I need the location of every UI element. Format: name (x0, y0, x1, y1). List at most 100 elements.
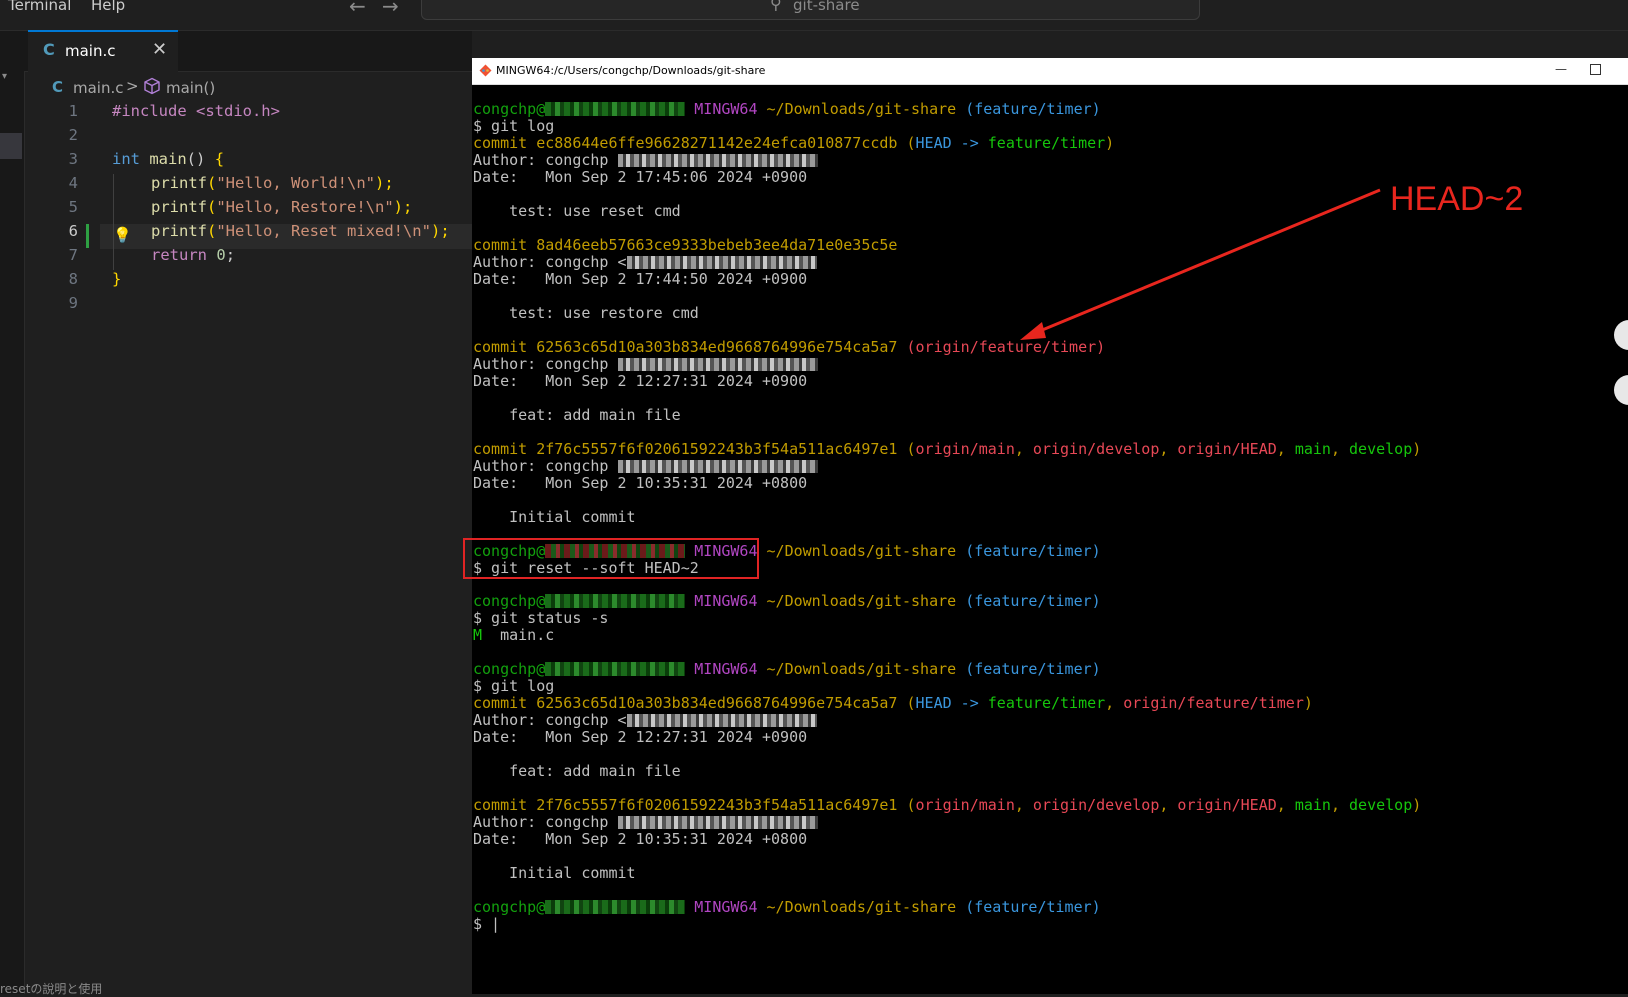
redacted-email (626, 256, 817, 269)
indent-guide (113, 174, 114, 270)
breadcrumb-separator: > (126, 77, 139, 95)
redacted-hostname (545, 102, 686, 116)
tab-label[interactable]: main.c (65, 42, 116, 60)
date-line: Date: Mon Sep 2 17:45:06 2024 +0900 (473, 168, 808, 186)
commit-line: commit 2f76c5557f6f02061592243b3f54a511a… (473, 796, 1422, 814)
terminal-title: MINGW64:/c/Users/congchp/Downloads/git-s… (496, 64, 766, 77)
redacted-email (617, 358, 818, 371)
menu-help[interactable]: Help (91, 0, 125, 14)
caption-text: resetの說明と使用 (0, 982, 103, 996)
code-line[interactable]: printf("Hello, Restore!\n"); (151, 198, 412, 216)
terminal-prompt: congchp@ MINGW64 ~/Downloads/git-share (… (473, 592, 1101, 610)
commit-message: test: use restore cmd (473, 304, 699, 322)
commit-message: Initial commit (473, 508, 636, 526)
forward-arrow-icon[interactable]: → (382, 0, 399, 18)
author-line: Author: congchp (473, 356, 818, 373)
brace: { (214, 150, 225, 168)
redacted-email (617, 816, 818, 829)
function-call: printf (151, 174, 207, 192)
function-name: main (149, 150, 187, 168)
terminal-command: $ git log (473, 117, 555, 135)
date-line: Date: Mon Sep 2 17:44:50 2024 +0900 (473, 270, 808, 288)
code-line[interactable]: #include <stdio.h> (112, 102, 280, 120)
activity-bar: ▾ (0, 31, 25, 994)
breadcrumb-c-file-icon: C (52, 78, 64, 96)
code-line[interactable]: return 0; (151, 246, 235, 264)
terminal-command: $ git log (473, 677, 555, 695)
terminal-prompt: congchp@ MINGW64 ~/Downloads/git-share (… (473, 898, 1101, 916)
line-number: 2 (68, 126, 78, 144)
semicolon: ; (225, 246, 236, 264)
commit-line: commit 8ad46eeb57663ce9333bebeb3ee4da71e… (473, 236, 898, 254)
string-literal: "Hello, Reset mixed!\n" (216, 222, 431, 240)
line-number: 4 (68, 174, 78, 192)
line-number: 3 (68, 150, 78, 168)
author-line: Author: congchp (473, 458, 818, 475)
paren-semicolon: ); (393, 198, 413, 216)
commit-message: feat: add main file (473, 762, 681, 780)
paren: ( (207, 174, 217, 192)
title-bar: Terminal Help ← → ⚲ git-share (0, 0, 1628, 31)
close-icon[interactable]: ✕ (152, 39, 167, 60)
activity-item-selected[interactable] (0, 133, 22, 159)
line-number: 1 (68, 102, 78, 120)
breadcrumb-symbol[interactable]: main() (166, 79, 215, 97)
commit-message: Initial commit (473, 864, 636, 882)
search-label: git-share (793, 0, 860, 14)
redacted-email (626, 714, 817, 727)
terminal-input-prompt[interactable]: $ | (473, 916, 500, 933)
string-literal: "Hello, World!\n" (216, 174, 375, 192)
keyword: int (112, 150, 140, 168)
commit-message: test: use reset cmd (473, 202, 681, 220)
back-arrow-icon[interactable]: ← (349, 0, 366, 18)
terminal-command: $ git status -s (473, 609, 609, 627)
search-icon: ⚲ (770, 0, 782, 13)
author-line: Author: congchp (473, 814, 818, 831)
minimize-icon[interactable]: — (1555, 62, 1567, 76)
code-line[interactable]: int main() { (112, 150, 224, 168)
string-literal: "Hello, Restore!\n" (216, 198, 394, 216)
redacted-email (617, 460, 818, 473)
brace: } (112, 270, 122, 288)
date-line: Date: Mon Sep 2 10:35:31 2024 +0800 (473, 830, 808, 848)
git-logo-icon (479, 64, 492, 77)
annotation-label: HEAD~2 (1390, 180, 1524, 218)
author-line: Author: congchp < (473, 712, 817, 729)
commit-line: commit 62563c65d10a303b834ed9668764996e7… (473, 694, 1313, 712)
commit-message: feat: add main file (473, 406, 681, 424)
function-call: printf (151, 198, 207, 216)
paren: ( (207, 198, 217, 216)
redacted-email (617, 154, 818, 167)
maximize-icon[interactable] (1590, 64, 1601, 75)
lightbulb-icon[interactable]: 💡 (113, 226, 132, 244)
function-call: printf (151, 222, 207, 240)
author-line: Author: congchp (473, 152, 818, 169)
redacted-hostname (545, 900, 686, 914)
c-file-icon: C (43, 40, 55, 59)
date-line: Date: Mon Sep 2 10:35:31 2024 +0800 (473, 474, 808, 492)
highlight-box-reset-command (463, 538, 759, 579)
line-number: 5 (68, 198, 78, 216)
commit-line: commit 2f76c5557f6f02061592243b3f54a511a… (473, 440, 1422, 458)
terminal-title-bar: MINGW64:/c/Users/congchp/Downloads/git-s… (472, 58, 1628, 85)
symbol-method-icon (144, 77, 160, 95)
breadcrumb-file[interactable]: main.c (73, 79, 124, 97)
code-line[interactable]: printf("Hello, World!\n"); (151, 174, 394, 192)
terminal-prompt: congchp@ MINGW64 ~/Downloads/git-share (… (473, 660, 1101, 678)
chevron-down-icon[interactable]: ▾ (2, 71, 7, 82)
paren-semicolon: ); (374, 174, 394, 192)
commit-line: commit ec88644e6ffe96628271142e24efca010… (473, 134, 1115, 152)
date-line: Date: Mon Sep 2 12:27:31 2024 +0900 (473, 728, 808, 746)
code-line-current[interactable]: printf("Hello, Reset mixed!\n"); (151, 222, 450, 240)
menu-terminal[interactable]: Terminal (8, 0, 71, 14)
keyword: return (151, 246, 207, 264)
line-number-current: 6 (68, 222, 78, 240)
line-number: 9 (68, 294, 78, 312)
commit-line: commit 62563c65d10a303b834ed9668764996e7… (473, 338, 1106, 356)
paren-semicolon: ); (430, 222, 450, 240)
code-line[interactable]: } (112, 270, 121, 288)
date-line: Date: Mon Sep 2 12:27:31 2024 +0900 (473, 372, 808, 390)
redacted-hostname (545, 662, 686, 676)
line-number: 7 (68, 246, 78, 264)
parens: () (186, 150, 206, 168)
